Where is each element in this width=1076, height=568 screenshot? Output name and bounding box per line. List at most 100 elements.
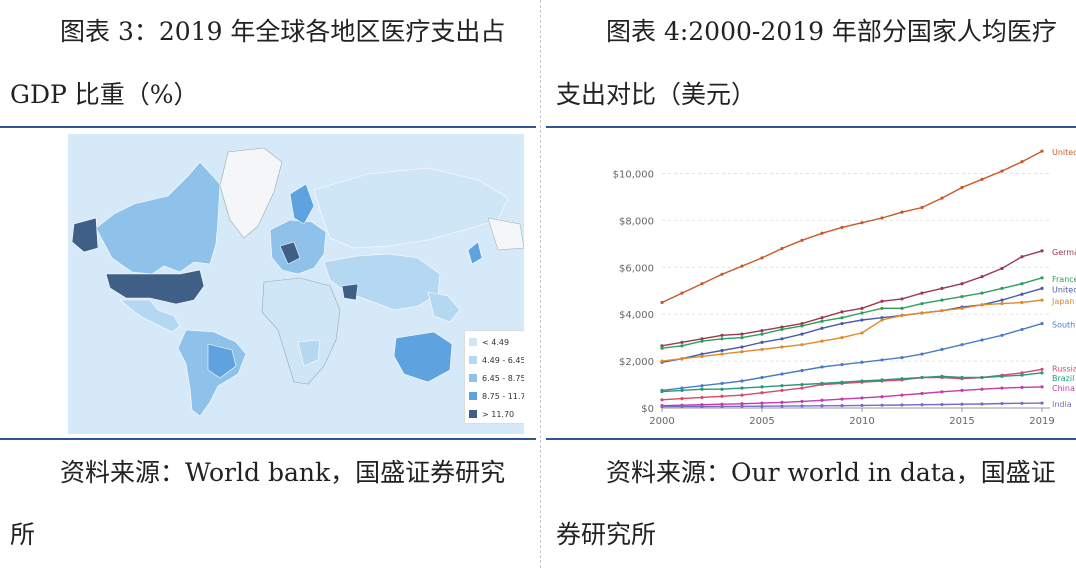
data-point xyxy=(800,332,804,336)
data-point xyxy=(740,404,744,408)
data-point xyxy=(720,404,724,409)
data-point xyxy=(980,402,984,406)
data-point xyxy=(1040,286,1044,290)
data-point xyxy=(880,318,884,322)
data-point xyxy=(760,401,764,405)
data-point xyxy=(840,310,844,314)
data-point xyxy=(800,343,804,347)
source-note: 资料来源：Our world in data，国盛证券研究所 xyxy=(556,458,1056,549)
data-point xyxy=(1000,333,1004,337)
data-point xyxy=(920,205,924,210)
data-point xyxy=(1020,401,1024,405)
series-line xyxy=(661,368,1043,401)
data-point xyxy=(820,339,824,343)
data-point xyxy=(720,381,724,385)
series-line xyxy=(661,277,1043,349)
x-tick-label: 2015 xyxy=(949,416,974,427)
data-point xyxy=(740,386,744,390)
world-map: < 4.49 4.49 - 6.45 6.45 - 8.75 8.75 - 11.70… xyxy=(68,134,524,434)
legend-label: 4.49 - 6.45 xyxy=(482,355,524,365)
caption-rule xyxy=(0,126,536,128)
source-note: 资料来源：World bank，国盛证券研究所 xyxy=(10,458,506,549)
data-point xyxy=(820,319,824,323)
data-point xyxy=(880,216,884,220)
series-label: Russia xyxy=(1052,364,1076,373)
data-point xyxy=(680,404,684,409)
data-point xyxy=(960,375,964,380)
data-point xyxy=(660,389,664,394)
data-point xyxy=(980,275,984,279)
legend-label: 6.45 - 8.75 xyxy=(482,373,524,383)
data-point xyxy=(920,291,924,295)
data-point xyxy=(680,397,684,401)
series-line xyxy=(661,250,1043,347)
data-point xyxy=(720,348,724,353)
data-point xyxy=(720,333,724,337)
data-point xyxy=(820,231,824,235)
data-point xyxy=(820,365,824,369)
series-label: France xyxy=(1052,275,1076,284)
data-point xyxy=(880,403,884,407)
y-tick-label: $8,000 xyxy=(619,216,654,227)
legend-item: < 4.49 xyxy=(469,333,521,351)
data-point xyxy=(680,344,684,348)
data-point xyxy=(840,336,844,340)
data-point xyxy=(840,380,844,384)
data-point xyxy=(940,390,944,394)
series-label: Brazil xyxy=(1052,374,1074,383)
legend-swatch xyxy=(469,410,477,418)
data-point xyxy=(800,238,804,242)
data-point xyxy=(1000,374,1004,378)
data-point xyxy=(780,337,784,341)
data-point xyxy=(980,291,984,295)
data-point xyxy=(680,388,684,393)
data-point xyxy=(780,384,784,388)
legend-item: 6.45 - 8.75 xyxy=(469,369,524,387)
data-point xyxy=(780,327,784,332)
data-point xyxy=(680,340,684,344)
y-tick-label: $4,000 xyxy=(619,310,654,321)
data-point xyxy=(1000,286,1004,290)
data-point xyxy=(1040,249,1044,253)
data-point xyxy=(820,381,824,385)
data-point xyxy=(740,264,744,268)
data-point xyxy=(860,221,864,225)
data-point xyxy=(1000,298,1004,302)
data-point xyxy=(740,350,744,354)
data-point xyxy=(760,329,764,333)
data-point xyxy=(980,375,984,380)
data-point xyxy=(960,185,964,190)
data-point xyxy=(860,331,864,335)
series-line xyxy=(661,299,1043,362)
series-label: South xyxy=(1052,321,1075,330)
data-point xyxy=(760,340,764,344)
data-point xyxy=(1020,255,1024,259)
data-point xyxy=(680,357,684,361)
left-figure-panel: 图表 3：2019 年全球各地区医疗支出占 GDP 比重（%） < 4.49 4… xyxy=(0,0,536,568)
series-label: China xyxy=(1052,384,1075,393)
data-point xyxy=(900,306,904,310)
x-tick-label: 2019 xyxy=(1029,416,1054,427)
data-point xyxy=(960,388,964,393)
data-point xyxy=(820,316,824,320)
data-point xyxy=(700,404,704,409)
data-point xyxy=(820,398,824,402)
x-tick-label: 2000 xyxy=(649,416,674,427)
data-point xyxy=(840,321,844,326)
data-point xyxy=(760,375,764,380)
data-point xyxy=(920,391,924,396)
data-point xyxy=(700,387,704,391)
data-point xyxy=(920,375,924,380)
data-point xyxy=(920,403,924,407)
data-point xyxy=(1040,371,1044,375)
data-point xyxy=(660,398,664,402)
data-point xyxy=(740,345,744,349)
source-rule xyxy=(546,438,1076,440)
source-rule xyxy=(0,438,536,440)
data-point xyxy=(940,374,944,378)
data-point xyxy=(980,177,984,181)
x-tick-label: 2005 xyxy=(749,416,774,427)
data-point xyxy=(900,393,904,397)
y-tick-label: $0 xyxy=(641,404,654,415)
data-point xyxy=(700,395,704,400)
